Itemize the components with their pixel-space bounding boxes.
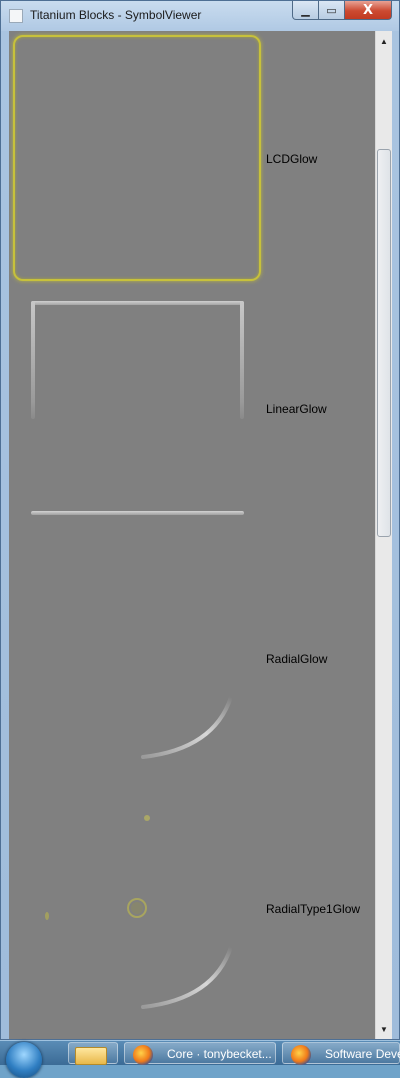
start-button[interactable]	[6, 1042, 42, 1078]
scrollbar-thumb[interactable]	[377, 149, 391, 537]
title-bar[interactable]: Titanium Blocks - SymbolViewer ▁ ▭ X	[1, 1, 399, 31]
radial-type1-small-dot	[144, 815, 150, 821]
maximize-icon: ▭	[326, 3, 337, 17]
minimize-icon: ▁	[301, 3, 310, 17]
symbol-viewer-window: Titanium Blocks - SymbolViewer ▁ ▭ X LCD…	[0, 0, 400, 1040]
symbol-label-radialglow: RadialGlow	[266, 652, 328, 666]
close-button[interactable]: X	[345, 1, 392, 20]
firefox-icon	[133, 1045, 153, 1065]
folder-icon	[75, 1047, 107, 1065]
taskbar-item-firefox-core[interactable]: Core · tonybecket...	[124, 1042, 276, 1065]
maximize-button[interactable]: ▭	[319, 1, 345, 20]
radial-type1-glow-arc	[141, 945, 233, 1009]
radial-type1-left-dot	[45, 912, 49, 920]
taskbar-item-explorer[interactable]	[68, 1042, 118, 1065]
radial-glow-arc	[141, 695, 233, 759]
vertical-scrollbar[interactable]: ▲ ▼	[375, 31, 392, 1039]
symbol-list[interactable]: LCDGlow LinearGlow RadialGlow RadialType…	[9, 31, 392, 1039]
radial-glow-graphics	[45, 695, 233, 1009]
window-title: Titanium Blocks - SymbolViewer	[30, 8, 202, 22]
symbol-label-radialtype1glow: RadialType1Glow	[266, 902, 361, 916]
radial-type1-ring-inner	[131, 902, 143, 914]
scroll-up-button[interactable]: ▲	[376, 33, 392, 49]
scroll-up-icon: ▲	[380, 36, 388, 46]
minimize-button[interactable]: ▁	[292, 1, 319, 20]
close-icon: X	[362, 2, 374, 18]
taskbar-item-label: Software Deve	[325, 1047, 400, 1061]
taskbar-item-firefox-software[interactable]: Software Deve	[282, 1042, 400, 1065]
taskbar: Core · tonybecket... Software Deve	[0, 1040, 400, 1078]
taskbar-item-label: Core · tonybecket...	[167, 1047, 272, 1061]
scroll-down-icon: ▼	[380, 1024, 388, 1034]
app-icon[interactable]	[9, 9, 23, 23]
firefox-icon	[291, 1045, 311, 1065]
scroll-down-button[interactable]: ▼	[376, 1021, 392, 1037]
